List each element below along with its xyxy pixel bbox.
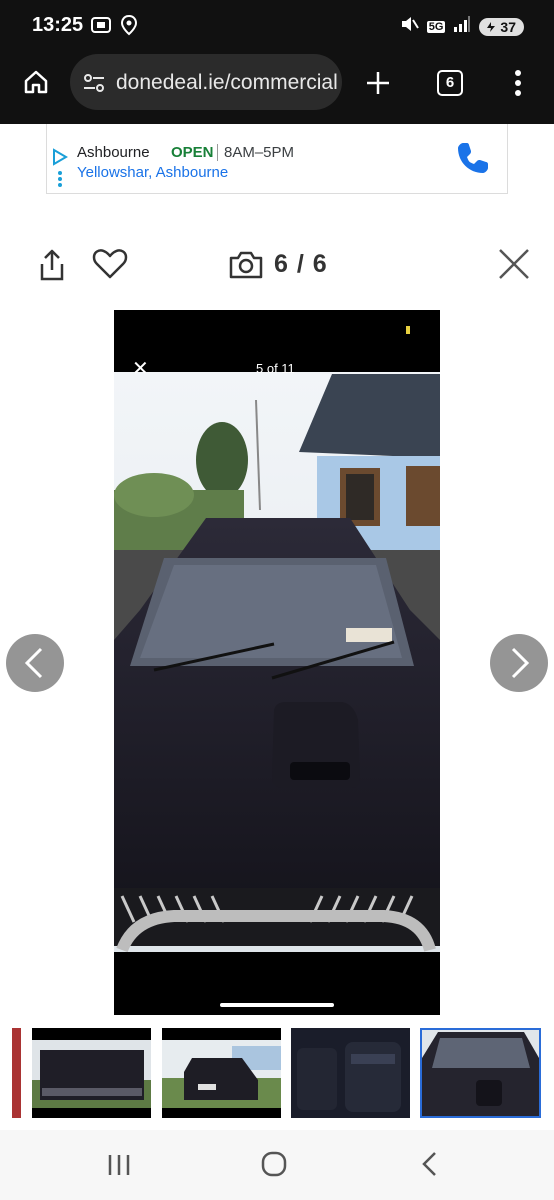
favorite-heart-icon[interactable] — [92, 248, 128, 285]
network-5g-icon: 5G — [426, 20, 446, 33]
new-tab-icon[interactable] — [364, 69, 392, 102]
overlay-photo-counter: 5 of 11 — [256, 361, 295, 376]
screenshot-icon — [90, 14, 112, 41]
system-navigation-bar — [0, 1130, 554, 1200]
vehicle-photo-image — [114, 310, 440, 1015]
ad-play-icon — [51, 148, 69, 171]
ad-options-icon[interactable] — [57, 170, 63, 193]
ad-hours: 8AM–5PM — [217, 144, 294, 161]
mute-icon — [399, 14, 419, 39]
chevron-right-icon — [511, 647, 530, 679]
share-icon[interactable] — [38, 248, 66, 287]
status-bar: 13:25 5G 37 — [0, 0, 554, 52]
thumbnail-1[interactable] — [12, 1028, 21, 1118]
status-time: 13:25 — [32, 14, 84, 36]
thumbnail-4[interactable] — [291, 1028, 410, 1118]
thumbnail-5[interactable] — [420, 1028, 541, 1118]
overlay-home-bar — [220, 1003, 334, 1007]
thumbnail-3[interactable] — [162, 1028, 281, 1118]
url-text[interactable]: donedeal.ie/commercial — [116, 71, 338, 95]
battery-level: 37 — [500, 18, 516, 35]
next-photo-button[interactable] — [490, 634, 548, 692]
previous-photo-button[interactable] — [6, 634, 64, 692]
overlay-close-icon: ✕ — [132, 358, 149, 380]
gallery-header: 6 / 6 — [0, 230, 554, 300]
chevron-left-icon — [24, 647, 43, 679]
camera-icon — [228, 250, 264, 285]
phone-icon[interactable] — [453, 138, 493, 183]
close-gallery-icon[interactable] — [496, 246, 532, 287]
ad-open-status: OPEN — [171, 144, 214, 161]
home-button-icon[interactable] — [260, 1150, 288, 1183]
home-icon[interactable] — [22, 68, 50, 101]
battery-indicator: 37 — [479, 17, 524, 36]
thumbnail-2[interactable] — [32, 1028, 151, 1118]
location-icon — [120, 14, 138, 41]
address-bar[interactable]: donedeal.ie/commercial — [70, 54, 342, 110]
tab-switcher-button[interactable]: 6 — [437, 70, 463, 96]
more-menu-icon[interactable] — [510, 68, 526, 103]
ad-banner[interactable]: Ashbourne OPEN 8AM–5PM Yellowshar, Ashbo… — [46, 124, 508, 194]
photo-counter: 6 / 6 — [274, 250, 328, 278]
back-button-icon[interactable] — [418, 1150, 442, 1183]
ad-location[interactable]: Yellowshar, Ashbourne — [77, 164, 228, 181]
signal-icon — [453, 15, 471, 38]
ad-business-name[interactable]: Ashbourne — [77, 144, 150, 161]
main-photo[interactable]: ✕ 5 of 11 — [114, 310, 440, 1015]
recent-apps-icon[interactable] — [106, 1152, 132, 1183]
thumbnail-strip — [0, 1028, 554, 1120]
battery-saver-icon — [487, 21, 496, 32]
browser-toolbar: donedeal.ie/commercial 6 — [0, 52, 554, 124]
site-settings-icon[interactable] — [82, 72, 106, 99]
